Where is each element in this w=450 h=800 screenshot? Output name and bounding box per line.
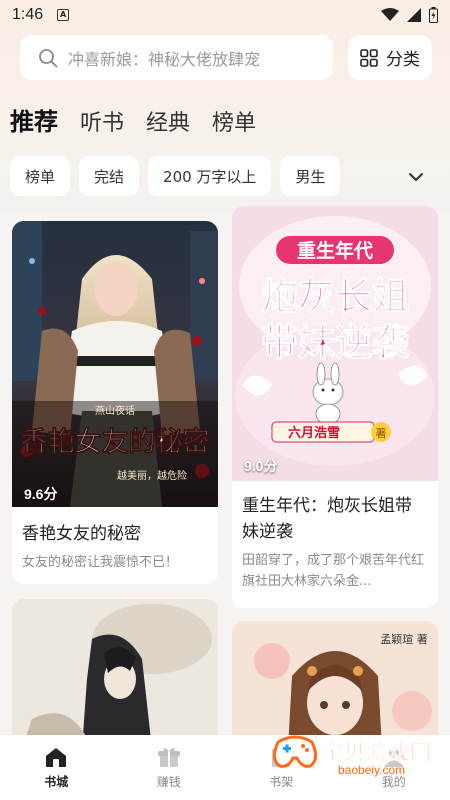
book-title: 重生年代：炮灰长姐带妹逆袭 [242,496,412,542]
category-label: 分类 [386,50,420,70]
watermark: 宝贝游戏网 baobeiy.com [268,728,448,780]
filter-male[interactable]: 男生 [280,156,341,196]
gift-icon [157,747,180,767]
chevron-down-icon[interactable] [405,166,427,188]
nav-label: 赚钱 [156,774,181,789]
home-icon [46,747,67,767]
book-card[interactable]: 重生年代 炮灰长姐 带妹逆袭 六月浩雪 著 9.0分 重生年代：炮灰长姐带妹逆袭… [232,206,438,608]
status-time: 1:46 [12,6,44,23]
search-icon [39,48,58,67]
cover-author-text: 六月浩雪 [288,425,340,441]
book-description: 田韶穿了，成了那个艰苦年代红旗社田大林家六朵金... [242,553,425,589]
tab-audiobook[interactable]: 听书 [80,105,124,137]
battery-icon [429,7,438,23]
search-bar[interactable]: 冲喜新娘：神秘大佬放肆宠 [20,35,333,80]
gamepad-icon [273,735,317,768]
filter-word-count[interactable]: 200 万字以上 [148,156,272,196]
nav-label: 书城 [44,774,69,789]
nav-earn[interactable]: 赚钱 [134,746,204,790]
cover-title-text: 香艳女友的秘密 [21,426,210,458]
search-placeholder: 冲喜新娘：神秘大佬放肆宠 [68,49,261,69]
cover-top-text: 重生年代 [297,239,373,262]
nav-bookstore[interactable]: 书城 [21,746,91,790]
wifi-icon [381,8,399,21]
book-card[interactable]: 燕山夜话 香艳女友的秘密 越美丽，越危险 9.6分 香艳女友的秘密 女友的秘密让… [12,221,218,584]
tab-ranking[interactable]: 榜单 [212,105,256,137]
cover-tagline-text: 越美丽，越危险 [117,469,187,482]
status-bar: 1:46 A [0,0,450,30]
filter-ranking[interactable]: 榜单 [10,156,71,196]
cover-author-text: 燕山夜话 [95,404,135,417]
app-notification-icon: A [57,9,70,21]
book-score: 9.0分 [244,458,278,474]
book-cover: 燕山夜话 香艳女友的秘密 越美丽，越危险 [12,221,218,507]
category-button[interactable]: 分类 [348,35,432,80]
filter-chips: 榜单 完结 200 万字以上 男生 [10,156,341,196]
book-score: 9.6分 [24,486,58,502]
book-title: 香艳女友的秘密 [22,524,141,544]
channel-tabs: 推荐 听书 经典 榜单 [8,102,256,137]
book-card[interactable] [12,599,218,749]
book-cover [12,599,218,749]
grid-icon [360,48,378,67]
tab-recommend[interactable]: 推荐 [8,102,58,137]
cover-author-text: 孟颖瑄 著 [380,632,428,646]
signal-icon [407,8,421,22]
cover-line1-text: 炮灰长姐 [261,275,409,318]
watermark-text: 宝贝游戏网 [322,740,432,765]
tab-classic[interactable]: 经典 [146,105,190,137]
filter-completed[interactable]: 完结 [79,156,140,196]
book-cover: 重生年代 炮灰长姐 带妹逆袭 六月浩雪 著 [232,206,438,481]
cover-author-suffix: 著 [376,426,387,440]
book-description: 女友的秘密让我震惊不已！ [22,555,179,570]
watermark-url: baobeiy.com [338,763,406,777]
cover-line2-text: 带妹逆袭 [261,321,410,364]
